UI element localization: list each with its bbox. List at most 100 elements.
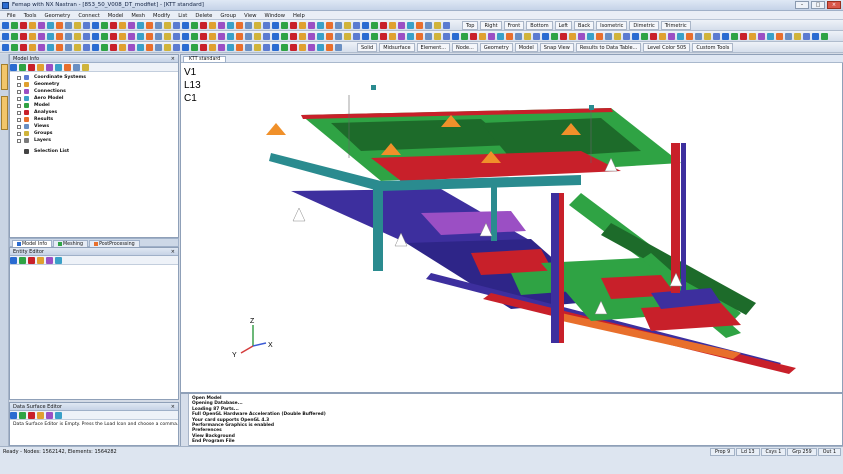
toolbar-icon[interactable]: [407, 33, 414, 40]
toolbar-icon[interactable]: [200, 44, 207, 51]
view-right-button[interactable]: Right: [480, 21, 502, 30]
toolbar-icon[interactable]: [164, 44, 171, 51]
tree-item-results[interactable]: Results: [14, 116, 174, 123]
toolbar-icon[interactable]: [488, 33, 495, 40]
expand-icon[interactable]: [17, 103, 21, 108]
toolbar-icon[interactable]: [425, 33, 432, 40]
toolbar-icon[interactable]: [47, 44, 54, 51]
toolbar-icon[interactable]: [209, 44, 216, 51]
model-info-side-tab[interactable]: [1, 64, 8, 90]
toolbar-icon[interactable]: [55, 412, 62, 419]
tab-postprocessing[interactable]: PostProcessing: [89, 240, 140, 247]
toolbar-icon[interactable]: [749, 33, 756, 40]
toolbar-icon[interactable]: [263, 22, 270, 29]
toolbar-icon[interactable]: [92, 33, 99, 40]
toolbar-icon[interactable]: [704, 33, 711, 40]
toolbar-icon[interactable]: [128, 33, 135, 40]
view-left-button[interactable]: Left: [554, 21, 573, 30]
toolbar-icon[interactable]: [64, 64, 71, 71]
toolbar-icon[interactable]: [92, 44, 99, 51]
maximize-button[interactable]: □: [811, 1, 825, 9]
toolbar-icon[interactable]: [10, 64, 17, 71]
toolbar-icon[interactable]: [317, 22, 324, 29]
toolbar-icon[interactable]: [344, 33, 351, 40]
toolbar-icon[interactable]: [335, 44, 342, 51]
toolbar-icon[interactable]: [398, 33, 405, 40]
close-icon[interactable]: ×: [171, 404, 175, 410]
toolbar-icon[interactable]: [290, 22, 297, 29]
toolbar-icon[interactable]: [29, 33, 36, 40]
toolbar-icon[interactable]: [668, 33, 675, 40]
element-button[interactable]: Element...: [416, 43, 451, 52]
toolbar-icon[interactable]: [182, 33, 189, 40]
toolbar-icon[interactable]: [353, 33, 360, 40]
toolbar-icon[interactable]: [785, 33, 792, 40]
close-button[interactable]: ×: [827, 1, 841, 9]
toolbar-icon[interactable]: [37, 412, 44, 419]
toolbar-icon[interactable]: [416, 22, 423, 29]
toolbar-icon[interactable]: [56, 22, 63, 29]
toolbar-icon[interactable]: [461, 33, 468, 40]
toolbar-icon[interactable]: [2, 22, 9, 29]
geometry-dropdown[interactable]: Geometry: [479, 43, 513, 52]
toolbar-icon[interactable]: [137, 22, 144, 29]
toolbar-icon[interactable]: [10, 412, 17, 419]
toolbar-icon[interactable]: [65, 44, 72, 51]
toolbar-icon[interactable]: [326, 22, 333, 29]
view-trimetric-button[interactable]: Trimetric: [660, 21, 691, 30]
expand-icon[interactable]: [17, 138, 21, 143]
toolbar-icon[interactable]: [245, 33, 252, 40]
toolbar-icon[interactable]: [218, 44, 225, 51]
toolbar-icon[interactable]: [101, 33, 108, 40]
toolbar-icon[interactable]: [695, 33, 702, 40]
toolbar-icon[interactable]: [299, 33, 306, 40]
toolbar-icon[interactable]: [713, 33, 720, 40]
toolbar-icon[interactable]: [46, 257, 53, 264]
close-icon[interactable]: ×: [171, 56, 175, 62]
menu-modify[interactable]: Modify: [149, 11, 174, 19]
toolbar-icon[interactable]: [533, 33, 540, 40]
toolbar-icon[interactable]: [326, 33, 333, 40]
toolbar-icon[interactable]: [731, 33, 738, 40]
toolbar-icon[interactable]: [83, 44, 90, 51]
toolbar-icon[interactable]: [272, 44, 279, 51]
level-color-button[interactable]: Level Color 505: [643, 43, 691, 52]
toolbar-icon[interactable]: [28, 64, 35, 71]
menu-mesh[interactable]: Mesh: [127, 11, 149, 19]
toolbar-icon[interactable]: [119, 44, 126, 51]
toolbar-icon[interactable]: [434, 33, 441, 40]
toolbar-icon[interactable]: [389, 33, 396, 40]
toolbar-icon[interactable]: [28, 257, 35, 264]
toolbar-icon[interactable]: [38, 44, 45, 51]
results-to-data-table-button[interactable]: Results to Data Table...: [575, 43, 642, 52]
toolbar-icon[interactable]: [236, 33, 243, 40]
toolbar-icon[interactable]: [110, 44, 117, 51]
toolbar-icon[interactable]: [128, 22, 135, 29]
toolbar-icon[interactable]: [290, 44, 297, 51]
toolbar-icon[interactable]: [29, 44, 36, 51]
expand-icon[interactable]: [17, 124, 21, 129]
toolbar-icon[interactable]: [119, 22, 126, 29]
tree-item-coordinate-systems[interactable]: Coordinate Systems: [14, 74, 174, 81]
toolbar-icon[interactable]: [55, 257, 62, 264]
toolbar-icon[interactable]: [82, 64, 89, 71]
toolbar-icon[interactable]: [254, 33, 261, 40]
toolbar-icon[interactable]: [416, 33, 423, 40]
toolbar-icon[interactable]: [191, 44, 198, 51]
toolbar-icon[interactable]: [74, 33, 81, 40]
toolbar-icon[interactable]: [56, 44, 63, 51]
toolbar-icon[interactable]: [227, 22, 234, 29]
toolbar-icon[interactable]: [11, 33, 18, 40]
toolbar-icon[interactable]: [470, 33, 477, 40]
toolbar-icon[interactable]: [551, 33, 558, 40]
toolbar-icon[interactable]: [380, 33, 387, 40]
close-icon[interactable]: ×: [171, 249, 175, 255]
expand-icon[interactable]: [17, 117, 21, 122]
toolbar-icon[interactable]: [281, 33, 288, 40]
toolbar-icon[interactable]: [46, 412, 53, 419]
toolbar-icon[interactable]: [92, 22, 99, 29]
toolbar-icon[interactable]: [803, 33, 810, 40]
custom-tools-button[interactable]: Custom Tools: [692, 43, 734, 52]
toolbar-icon[interactable]: [74, 22, 81, 29]
tree-item-views[interactable]: Views: [14, 123, 174, 130]
